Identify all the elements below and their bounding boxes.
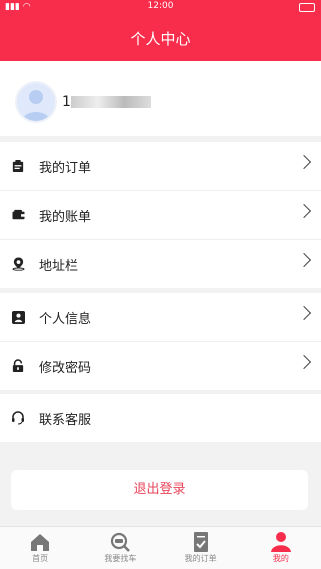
menu-item-address[interactable]: 地址栏 [0, 240, 321, 288]
tab-label: 我要找车 [104, 554, 137, 563]
menu-item-change-password[interactable]: 修改密码 [0, 342, 321, 390]
menu-item-label: 个人信息 [39, 311, 92, 327]
tab-label: 我的 [272, 554, 289, 563]
avatar[interactable] [15, 81, 57, 123]
location-pin-icon [11, 257, 25, 271]
menu-item-label: 我的订单 [39, 160, 92, 176]
menu-item-label: 修改密码 [39, 360, 92, 376]
contact-card-icon [11, 310, 25, 324]
menu-group-orders: 我的订单 我的账单 地址栏 [0, 142, 321, 288]
menu-item-personal-info[interactable]: 个人信息 [0, 293, 321, 342]
menu-group-account: 个人信息 修改密码 [0, 293, 321, 390]
lock-icon [11, 359, 25, 373]
chevron-right-icon [296, 354, 312, 370]
tab-me[interactable]: 我的 [241, 527, 321, 569]
menu-item-my-orders[interactable]: 我的订单 [0, 142, 321, 191]
username-prefix: 1 [62, 94, 71, 110]
headset-icon [11, 411, 25, 425]
chevron-right-icon [296, 154, 312, 170]
tab-home[interactable]: 首页 [0, 527, 80, 569]
page-title: 个人中心 [130, 30, 191, 48]
status-bar: ▮▮▮ ◠ 12:00 [0, 0, 321, 14]
find-car-icon [111, 532, 131, 552]
wallet-icon [11, 208, 25, 222]
username: 1 [62, 94, 151, 110]
status-time: 12:00 [147, 1, 174, 11]
menu-group-support: 联系客服 [0, 394, 321, 442]
menu-item-label: 地址栏 [39, 258, 79, 274]
chevron-right-icon [296, 203, 312, 219]
tab-bar: 首页 我要找车 我的订单 我的 [0, 526, 321, 569]
profile-card[interactable]: 1 [0, 61, 321, 136]
tab-label: 我的订单 [184, 554, 217, 563]
order-icon [193, 532, 208, 552]
username-redacted [70, 96, 151, 108]
home-icon [31, 534, 50, 551]
clipboard-icon [11, 159, 25, 173]
tab-my-orders[interactable]: 我的订单 [161, 527, 241, 569]
avatar-placeholder-icon [22, 90, 50, 121]
menu-item-customer-service[interactable]: 联系客服 [0, 394, 321, 442]
menu-item-label: 联系客服 [39, 412, 92, 428]
chevron-right-icon [296, 305, 312, 321]
logout-button[interactable]: 退出登录 [11, 470, 308, 510]
menu-item-label: 我的账单 [39, 209, 92, 225]
header-bar: ▮▮▮ ◠ 12:00 个人中心 [0, 0, 321, 61]
chevron-right-icon [296, 252, 312, 268]
user-icon [270, 532, 291, 552]
tab-label: 首页 [32, 554, 49, 563]
battery-icon [299, 3, 315, 12]
tab-find-car[interactable]: 我要找车 [80, 527, 160, 569]
menu-item-my-bills[interactable]: 我的账单 [0, 191, 321, 240]
